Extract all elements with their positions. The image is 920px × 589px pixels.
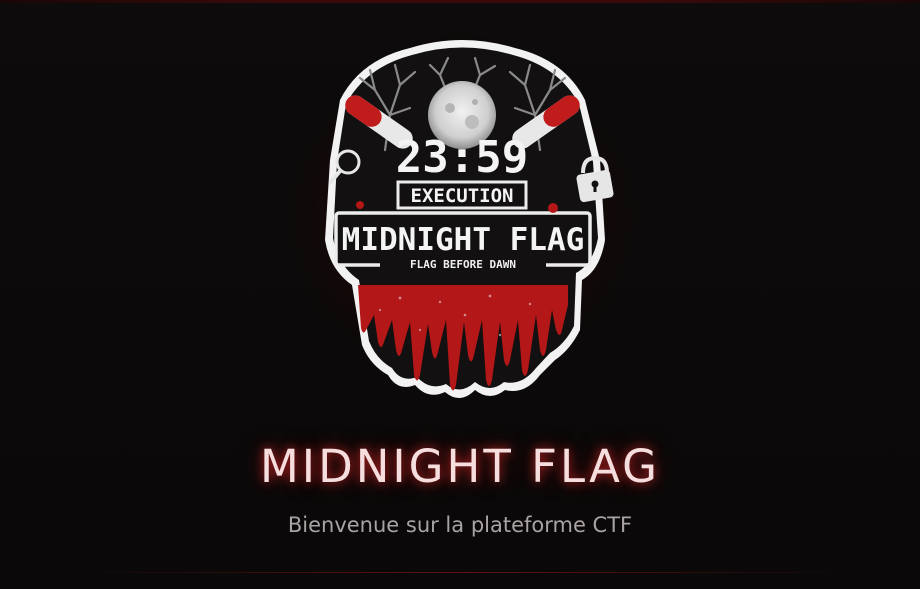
top-divider	[0, 0, 920, 3]
logo-time: 23:59	[396, 132, 528, 183]
page: 23:59 EXECUTION MIDNIGHT FLAG FLAG BEFOR…	[0, 0, 920, 589]
logo-name: MIDNIGHT FLAG	[342, 222, 585, 258]
bottom-divider	[70, 572, 860, 573]
hero-title: MIDNIGHT FLAG	[259, 440, 661, 493]
logo-tagline: FLAG BEFORE DAWN	[410, 258, 516, 271]
hero-subtitle: Bienvenue sur la plateforme CTF	[287, 513, 633, 537]
midnight-flag-logo: 23:59 EXECUTION MIDNIGHT FLAG FLAG BEFOR…	[302, 35, 622, 405]
logo-execution: EXECUTION	[411, 185, 514, 207]
